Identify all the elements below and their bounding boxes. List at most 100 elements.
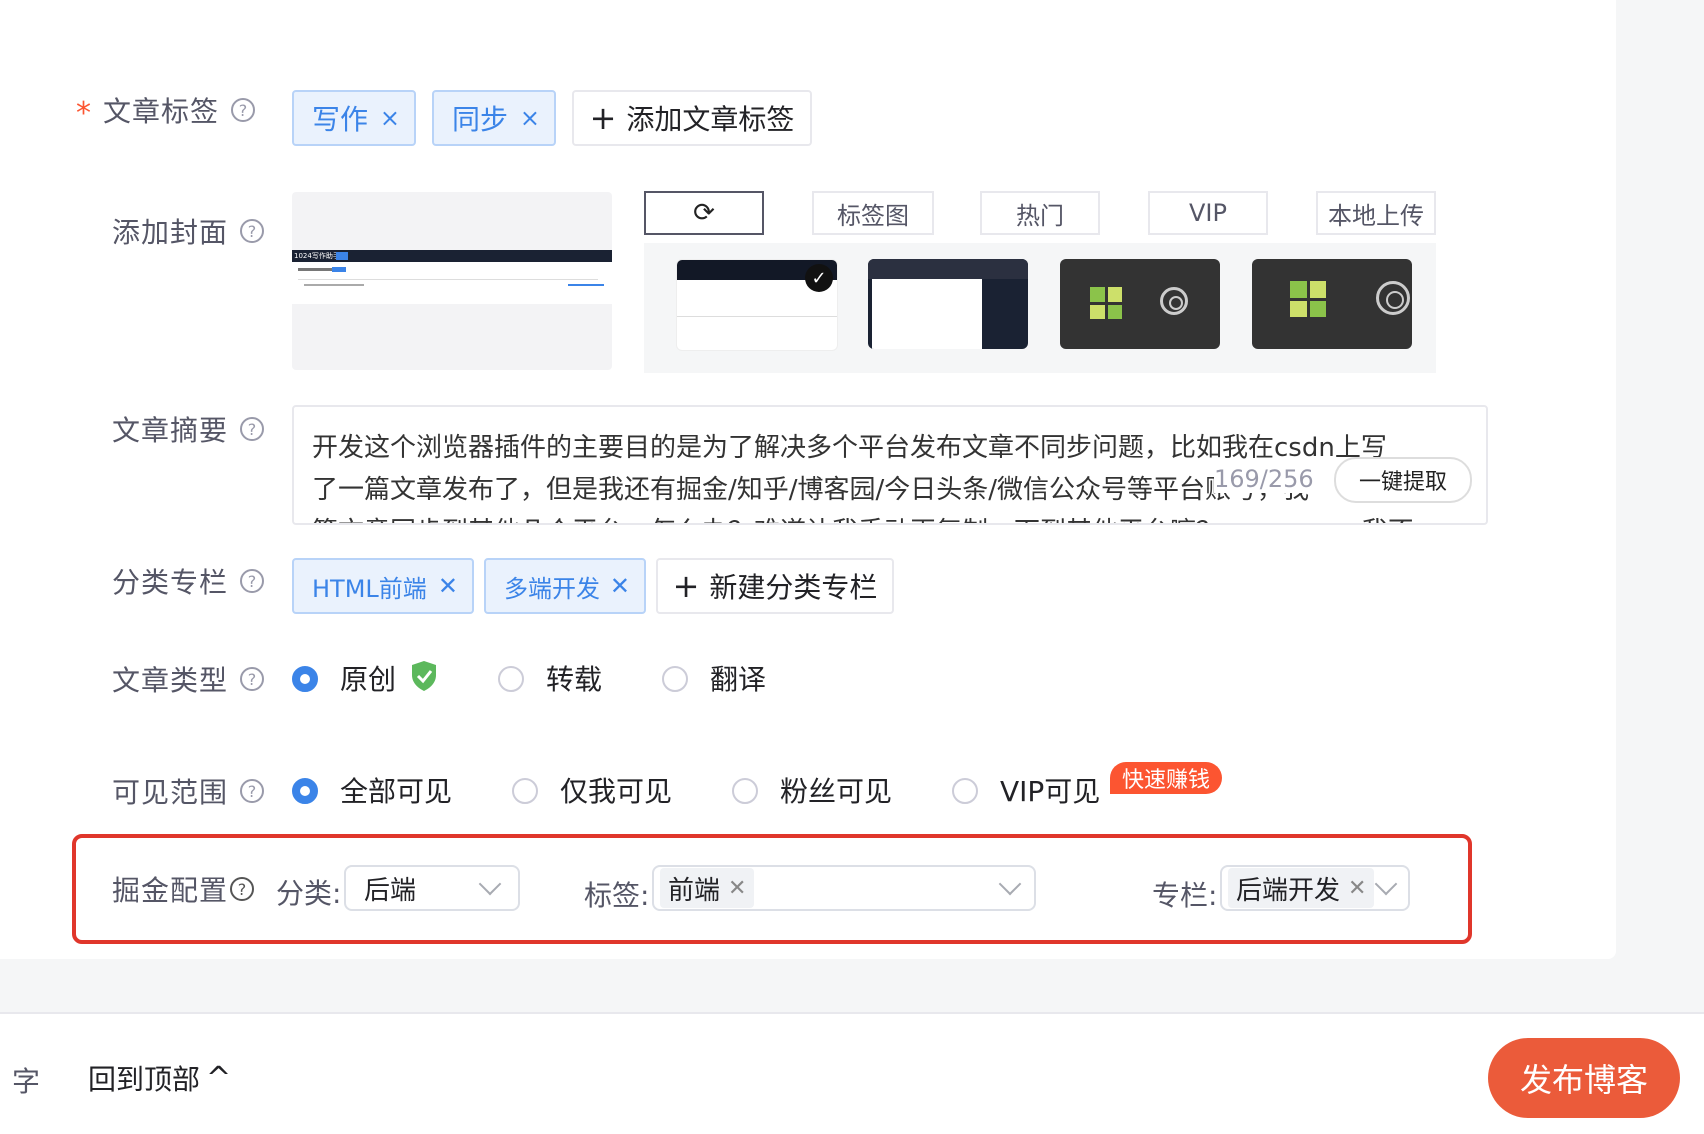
target-icon xyxy=(1376,281,1410,315)
preview-chip xyxy=(332,267,346,272)
extract-button[interactable]: 一键提取 xyxy=(1334,457,1472,503)
footer-bar xyxy=(0,1012,1704,1134)
add-tag-button[interactable]: + 添加文章标签 xyxy=(572,90,812,146)
refresh-button[interactable]: ⟳ xyxy=(644,191,764,235)
chevron-down-icon xyxy=(478,872,502,896)
radio-button[interactable] xyxy=(498,666,524,692)
source-button[interactable]: 标签图 xyxy=(812,191,934,235)
tag-chip: 同步 × xyxy=(432,90,556,146)
app-grid-icon xyxy=(1090,287,1122,319)
radio-translate[interactable] xyxy=(662,666,688,692)
radio-label: 全部可见 xyxy=(340,775,453,808)
help-icon[interactable]: ? xyxy=(240,667,265,691)
radio-all[interactable] xyxy=(292,778,318,804)
help-icon[interactable]: ? xyxy=(240,569,265,593)
radio-button[interactable] xyxy=(512,778,538,804)
cover-label-group: 添加封面 ? xyxy=(112,206,265,256)
thumb-divider xyxy=(677,316,837,317)
plus-icon: + xyxy=(589,99,617,137)
close-icon[interactable]: ✕ xyxy=(1348,876,1366,901)
category-chip: HTML前端 ✕ xyxy=(292,558,474,614)
cover-preview[interactable]: 1024写作助手 xyxy=(292,192,612,370)
chevron-down-icon xyxy=(998,872,1022,896)
source-button[interactable]: VIP xyxy=(1148,191,1268,235)
thumb-toolbar xyxy=(868,259,1028,279)
selected-tag-chip: 前端 ✕ xyxy=(660,868,755,908)
category-chip-label: HTML前端 xyxy=(312,574,427,603)
radio-private[interactable] xyxy=(512,778,538,804)
radio-vip[interactable] xyxy=(952,778,978,804)
cover-label: 添加封面 xyxy=(112,216,229,249)
type-label: 文章类型 xyxy=(112,664,229,697)
radio-label: 粉丝可见 xyxy=(780,775,893,808)
help-icon[interactable]: ? xyxy=(240,779,265,803)
cover-thumb[interactable] xyxy=(1060,259,1220,349)
category-label-group: 分类专栏 ? xyxy=(112,556,265,606)
cover-thumb[interactable] xyxy=(1252,259,1412,349)
summary-line: 开发这个浏览器插件的主要目的是为了解决多个平台发布文章不同步问题，比如我在csd… xyxy=(312,433,1387,463)
summary-textarea[interactable]: 开发这个浏览器插件的主要目的是为了解决多个平台发布文章不同步问题，比如我在csd… xyxy=(292,405,1488,525)
radio-button[interactable] xyxy=(952,778,978,804)
close-icon[interactable]: × xyxy=(520,104,540,132)
source-button[interactable]: 热门 xyxy=(980,191,1100,235)
juejin-column-select[interactable]: 后端开发 ✕ xyxy=(1220,865,1410,911)
type-label-group: 文章类型 ? xyxy=(112,654,265,704)
tag-chip: 写作 × xyxy=(292,90,416,146)
radio-label: 转载 xyxy=(546,663,603,696)
juejin-tag-select[interactable]: 前端 ✕ xyxy=(652,865,1036,911)
radio-label: 仅我可见 xyxy=(560,775,673,808)
close-icon[interactable]: ✕ xyxy=(610,572,630,600)
app-grid-icon xyxy=(1290,281,1326,317)
radio-fans[interactable] xyxy=(732,778,758,804)
new-category-button[interactable]: + 新建分类专栏 xyxy=(656,558,894,614)
category-chip: 多端开发 ✕ xyxy=(484,558,646,614)
radio-button[interactable] xyxy=(662,666,688,692)
visibility-label: 可见范围 xyxy=(112,776,229,809)
preview-line xyxy=(304,284,364,286)
tag-chip-label: 同步 xyxy=(452,103,509,136)
tag-chip-label: 写作 xyxy=(312,103,369,136)
thumb-popup xyxy=(872,279,982,349)
visibility-label-group: 可见范围 ? xyxy=(112,766,265,816)
refresh-icon: ⟳ xyxy=(693,198,715,228)
back-to-top-label: 回到顶部 xyxy=(88,1063,201,1096)
preview-tab xyxy=(336,252,348,260)
juejin-tag-label: 标签: xyxy=(584,879,650,912)
juejin-category-select[interactable]: 后端 xyxy=(344,865,520,911)
summary-label-group: 文章摘要 ? xyxy=(112,404,265,454)
back-to-top-button[interactable]: 回到顶部 ^ xyxy=(88,1058,231,1098)
preview-line xyxy=(568,284,604,286)
cover-thumb[interactable] xyxy=(868,259,1028,349)
source-button[interactable]: 本地上传 xyxy=(1316,191,1436,235)
radio-label: 翻译 xyxy=(710,663,767,696)
help-icon[interactable]: ? xyxy=(231,98,256,122)
preview-body xyxy=(292,262,612,304)
radio-original[interactable] xyxy=(292,666,318,692)
selected-column-chip: 后端开发 ✕ xyxy=(1228,868,1375,908)
cover-thumb[interactable]: ✓ xyxy=(676,259,838,351)
tags-label: 文章标签 xyxy=(103,95,220,128)
publish-button[interactable]: 发布博客 xyxy=(1488,1038,1680,1118)
help-icon[interactable]: ? xyxy=(240,219,265,243)
radio-repost[interactable] xyxy=(498,666,524,692)
new-category-label: 新建分类专栏 xyxy=(709,571,878,604)
close-icon[interactable]: × xyxy=(380,104,400,132)
preview-title: 1024写作助手 xyxy=(294,252,340,260)
juejin-label: 掘金配置 xyxy=(112,874,229,907)
help-icon[interactable]: ? xyxy=(230,877,255,901)
radio-button[interactable] xyxy=(292,666,318,692)
earn-badge: 快速赚钱 xyxy=(1110,762,1223,794)
radio-button[interactable] xyxy=(292,778,318,804)
selected-column-label: 后端开发 xyxy=(1236,875,1341,906)
radio-button[interactable] xyxy=(732,778,758,804)
category-label: 分类专栏 xyxy=(112,566,229,599)
radio-label: VIP可见 xyxy=(1000,775,1101,808)
category-chip-label: 多端开发 xyxy=(504,574,600,603)
close-icon[interactable]: ✕ xyxy=(438,572,458,600)
summary-label: 文章摘要 xyxy=(112,414,229,447)
juejin-category-label: 分类: xyxy=(276,877,342,910)
target-icon xyxy=(1160,287,1188,315)
help-icon[interactable]: ? xyxy=(240,417,265,441)
juejin-column-label: 专栏: xyxy=(1152,879,1218,912)
close-icon[interactable]: ✕ xyxy=(728,876,746,901)
